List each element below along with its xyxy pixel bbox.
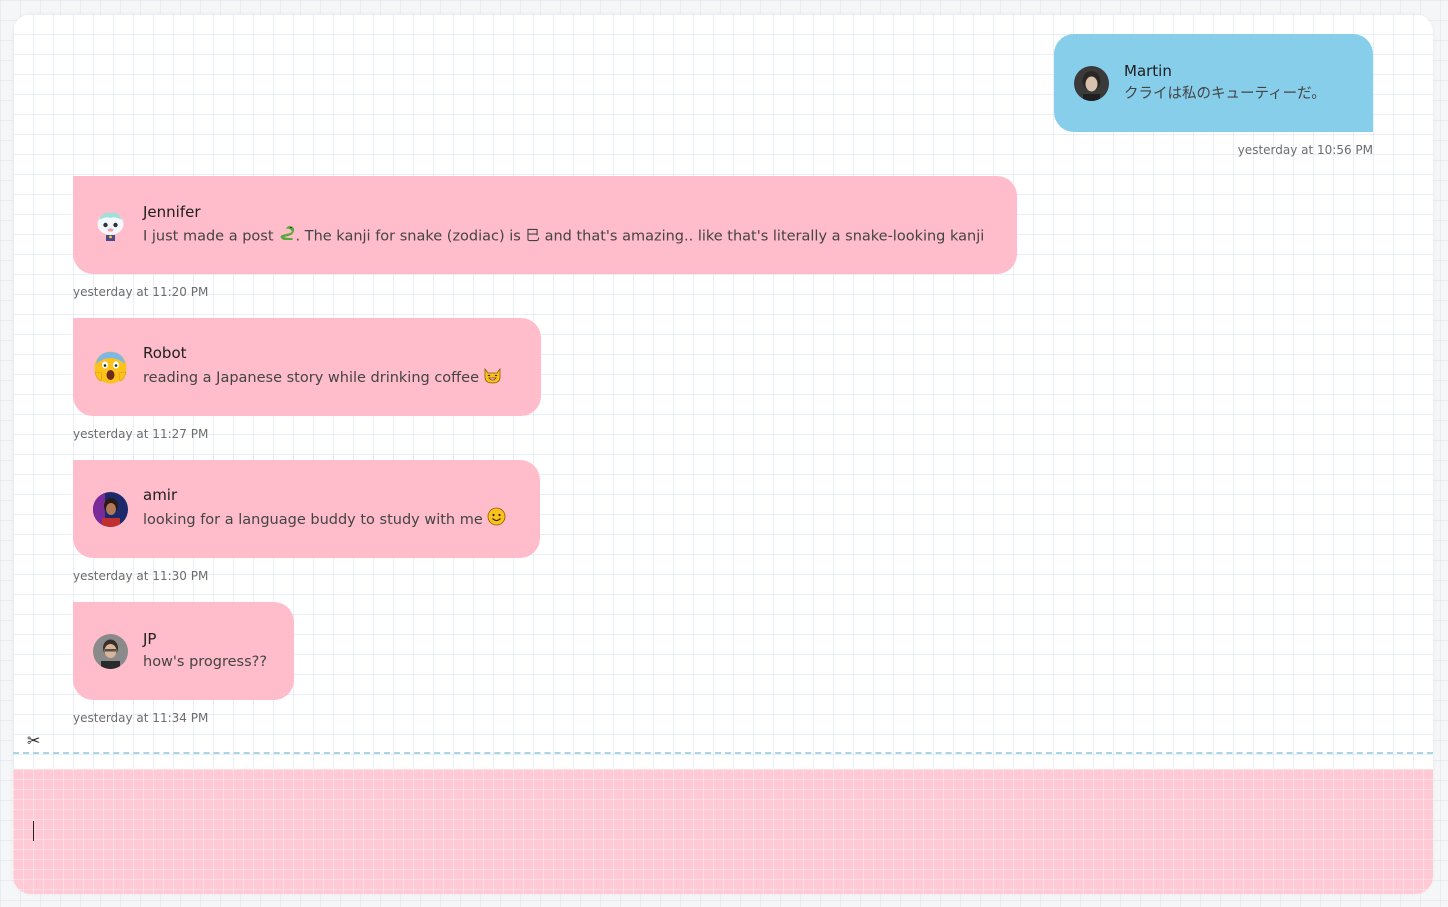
message-bubble: Robot reading a Japanese story while dri… (73, 318, 541, 416)
text-caret (33, 821, 34, 841)
avatar-martin[interactable] (1074, 65, 1109, 101)
message-text: reading a Japanese story while drinking … (143, 365, 502, 391)
message-text-part: reading a Japanese story while drinking … (143, 370, 480, 386)
message-text-part: I just made a post (143, 228, 274, 244)
message-text: クライは私のキューティーだ。 (1124, 86, 1326, 102)
message-martin: Martin クライは私のキューティーだ。 yesterday at 10:56… (1054, 34, 1373, 157)
sender-name: Martin (1124, 62, 1172, 80)
message-amir: amir looking for a language buddy to stu… (73, 460, 540, 583)
cat-smiling-emoji-icon (483, 365, 502, 391)
message-timestamp: yesterday at 11:30 PM (73, 569, 209, 583)
message-content: Martin クライは私のキューティーだ。 (1124, 61, 1326, 105)
message-timestamp: yesterday at 10:56 PM (1237, 143, 1373, 157)
message-content: Robot reading a Japanese story while dri… (143, 343, 502, 391)
smiling-face-emoji-icon (487, 507, 506, 533)
message-text-part: . The kanji for snake (zodiac) is 巳 and … (295, 228, 985, 244)
message-text: I just made a post . The kanji for snake … (143, 224, 984, 249)
snake-emoji-icon (278, 224, 296, 249)
sender-name: amir (143, 486, 178, 504)
sender-name: JP (143, 630, 157, 648)
message-timestamp: yesterday at 11:20 PM (73, 285, 209, 299)
composer-divider (13, 752, 1433, 754)
message-list[interactable]: Martin クライは私のキューティーだ。 yesterday at 10:56… (13, 14, 1433, 752)
message-content: amir looking for a language buddy to stu… (143, 485, 506, 533)
message-jp: JP how's progress?? yesterday at 11:34 P… (73, 602, 294, 725)
message-content: Jennifer I just made a post . The kanji f… (143, 202, 984, 249)
person-photo-avatar-icon (93, 633, 128, 669)
message-composer[interactable] (13, 769, 1433, 894)
message-timestamp: yesterday at 11:27 PM (73, 427, 209, 441)
message-bubble: Martin クライは私のキューティーだ。 (1054, 34, 1373, 132)
sender-name: Jennifer (143, 202, 201, 221)
message-jennifer: Jennifer I just made a post . The kanji f… (73, 176, 1017, 299)
avatar-jennifer[interactable] (93, 207, 128, 243)
message-content: JP how's progress?? (143, 629, 267, 673)
message-robot: Robot reading a Japanese story while dri… (73, 318, 541, 441)
person-photo-avatar-icon (93, 491, 128, 527)
message-bubble: amir looking for a language buddy to stu… (73, 460, 540, 558)
message-text: how's progress?? (143, 654, 268, 670)
sender-name: Robot (143, 344, 187, 362)
avatar-jp[interactable] (93, 633, 128, 669)
message-text: looking for a language buddy to study wi… (143, 507, 506, 533)
message-text-part: looking for a language buddy to study wi… (143, 512, 483, 528)
screaming-face-emoji-avatar-icon (94, 351, 127, 383)
message-bubble: Jennifer I just made a post . The kanji f… (73, 176, 1017, 274)
avatar-robot[interactable] (93, 350, 128, 385)
chat-panel: Martin クライは私のキューティーだ。 yesterday at 10:56… (13, 14, 1433, 894)
villager-character-avatar-icon (93, 207, 128, 243)
person-photo-avatar-icon (1074, 65, 1109, 101)
message-bubble: JP how's progress?? (73, 602, 294, 700)
message-input[interactable] (31, 817, 1415, 849)
message-timestamp: yesterday at 11:34 PM (73, 711, 209, 725)
avatar-amir[interactable] (93, 491, 128, 527)
scissors-icon: ✂ (27, 731, 41, 750)
